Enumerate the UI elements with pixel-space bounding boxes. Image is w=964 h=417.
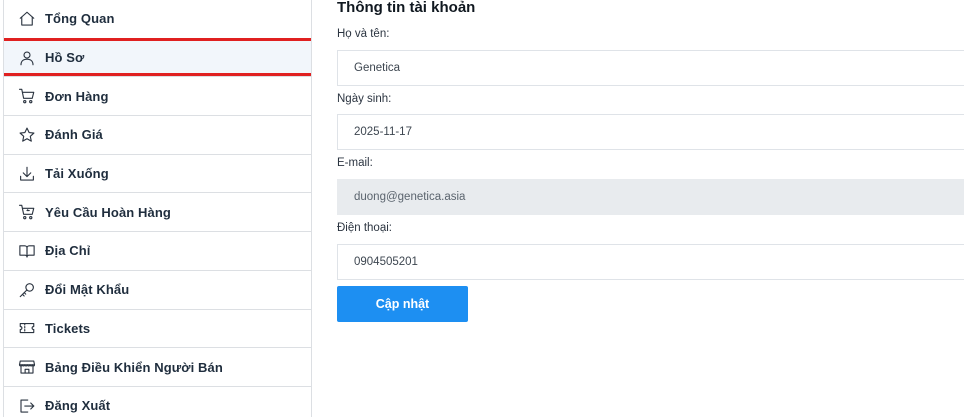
sidebar-item-overview[interactable]: Tổng Quan <box>4 0 311 39</box>
update-button[interactable]: Cập nhật <box>337 286 468 322</box>
logout-icon <box>18 397 36 415</box>
sidebar-item-label: Đánh Giá <box>45 127 103 143</box>
phone-label: Điện thoại: <box>337 222 392 234</box>
sidebar-item-label: Đăng Xuất <box>45 398 111 414</box>
sidebar-item-reviews[interactable]: Đánh Giá <box>4 116 311 155</box>
book-icon <box>18 242 36 260</box>
cart-icon <box>18 87 36 105</box>
sidebar-item-label: Bảng Điều Khiển Người Bán <box>45 359 223 375</box>
sidebar-item-addresses[interactable]: Địa Chỉ <box>4 232 311 271</box>
sidebar-item-returns[interactable]: Yêu Cầu Hoàn Hàng <box>4 193 311 233</box>
sidebar-item-change-password[interactable]: Đổi Mật Khẩu <box>4 271 311 310</box>
fullname-field[interactable] <box>337 50 964 86</box>
star-icon <box>18 126 36 144</box>
account-form: Thông tin tài khoản Họ và tên: Ngày sinh… <box>337 0 964 417</box>
birthday-field[interactable] <box>337 114 964 150</box>
sidebar-item-label: Hồ Sơ <box>45 50 85 66</box>
sidebar-item-profile[interactable]: Hồ Sơ <box>4 37 311 78</box>
sidebar-item-label: Địa Chỉ <box>45 243 91 259</box>
account-sidebar: Tổng Quan Hồ Sơ Đơn Hàng Đánh Giá Tải Xu <box>3 0 312 417</box>
user-icon <box>18 49 36 67</box>
sidebar-item-orders[interactable]: Đơn Hàng <box>4 77 311 117</box>
sidebar-item-label: Tổng Quan <box>45 11 115 27</box>
sidebar-item-tickets[interactable]: Tickets <box>4 310 311 349</box>
ticket-icon <box>18 319 36 337</box>
birthday-label: Ngày sinh: <box>337 93 392 105</box>
sidebar-item-label: Yêu Cầu Hoàn Hàng <box>45 204 171 220</box>
page-title: Thông tin tài khoản <box>337 0 476 16</box>
sidebar-item-label: Đổi Mật Khẩu <box>45 282 130 298</box>
download-icon <box>18 165 36 183</box>
email-label: E-mail: <box>337 157 373 169</box>
fullname-label: Họ và tên: <box>337 28 390 40</box>
sidebar-item-label: Tải Xuống <box>45 166 109 182</box>
key-icon <box>18 281 36 299</box>
sidebar-item-downloads[interactable]: Tải Xuống <box>4 155 311 194</box>
email-field <box>337 179 964 215</box>
cart-return-icon <box>18 203 36 221</box>
sidebar-item-seller-dashboard[interactable]: Bảng Điều Khiển Người Bán <box>4 348 311 387</box>
phone-field[interactable] <box>337 244 964 280</box>
store-icon <box>18 358 36 376</box>
account-page: Tổng Quan Hồ Sơ Đơn Hàng Đánh Giá Tải Xu <box>0 0 964 417</box>
sidebar-item-label: Tickets <box>45 320 91 336</box>
sidebar-item-logout[interactable]: Đăng Xuất <box>4 387 311 417</box>
sidebar-item-label: Đơn Hàng <box>45 88 109 104</box>
home-icon <box>18 10 36 28</box>
